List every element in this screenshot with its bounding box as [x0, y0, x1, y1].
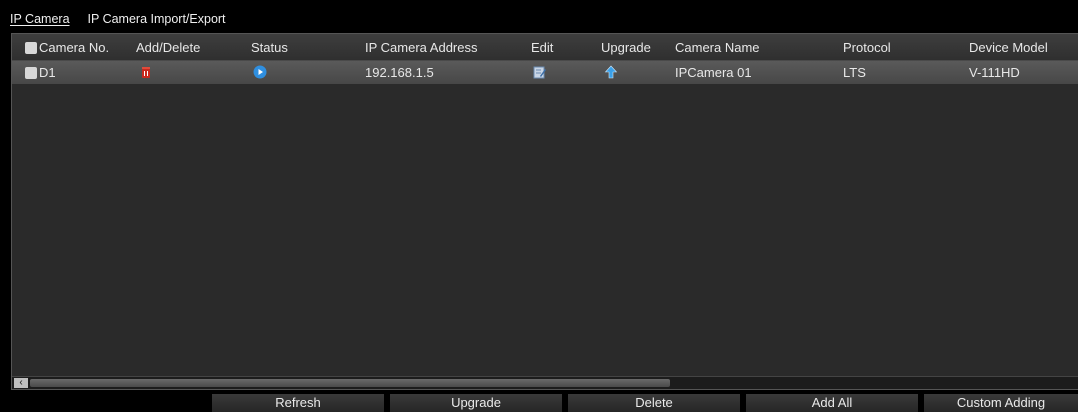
- refresh-button[interactable]: Refresh: [212, 394, 384, 412]
- tab-ip-camera[interactable]: IP Camera: [10, 10, 70, 30]
- row-checkbox[interactable]: [25, 67, 37, 79]
- action-bar: Refresh Upgrade Delete Add All Custom Ad…: [0, 392, 1078, 412]
- select-all-checkbox[interactable]: [25, 42, 37, 54]
- header-edit: Edit: [531, 40, 554, 55]
- table-row[interactable]: D1 192.168.1.5 IPCamera 01 LTS V-111HD: [12, 61, 1078, 84]
- protocol-cell: LTS: [843, 65, 866, 80]
- header-status: Status: [251, 40, 288, 55]
- edit-icon[interactable]: [533, 65, 547, 79]
- camera-no-cell: D1: [25, 61, 56, 84]
- play-status-icon[interactable]: [253, 65, 267, 79]
- tab-bar: IP Camera IP Camera Import/Export: [10, 10, 226, 30]
- scrollbar-thumb[interactable]: [30, 379, 670, 387]
- header-device-model: Device Model: [969, 40, 1048, 55]
- header-camera-name: Camera Name: [675, 40, 760, 55]
- camera-table: Camera No. Add/Delete Status IP Camera A…: [11, 33, 1078, 390]
- delete-icon[interactable]: [139, 65, 153, 79]
- header-upgrade: Upgrade: [601, 40, 651, 55]
- custom-adding-button[interactable]: Custom Adding: [924, 394, 1078, 412]
- horizontal-scrollbar[interactable]: ‹: [12, 376, 1078, 389]
- ip-address-cell: 192.168.1.5: [365, 65, 434, 80]
- camera-name-cell: IPCamera 01: [675, 65, 752, 80]
- upgrade-arrow-icon[interactable]: [604, 65, 618, 79]
- table-header: Camera No. Add/Delete Status IP Camera A…: [12, 34, 1078, 61]
- device-model-cell: V-111HD: [969, 65, 1020, 80]
- add-all-button[interactable]: Add All: [746, 394, 918, 412]
- header-protocol: Protocol: [843, 40, 891, 55]
- header-camera-no[interactable]: Camera No.: [25, 34, 109, 60]
- header-add-delete: Add/Delete: [136, 40, 201, 55]
- delete-button[interactable]: Delete: [568, 394, 740, 412]
- scroll-left-icon[interactable]: ‹: [14, 378, 28, 388]
- header-ip-address: IP Camera Address: [365, 40, 478, 55]
- upgrade-button[interactable]: Upgrade: [390, 394, 562, 412]
- tab-ip-camera-import-export[interactable]: IP Camera Import/Export: [88, 10, 226, 30]
